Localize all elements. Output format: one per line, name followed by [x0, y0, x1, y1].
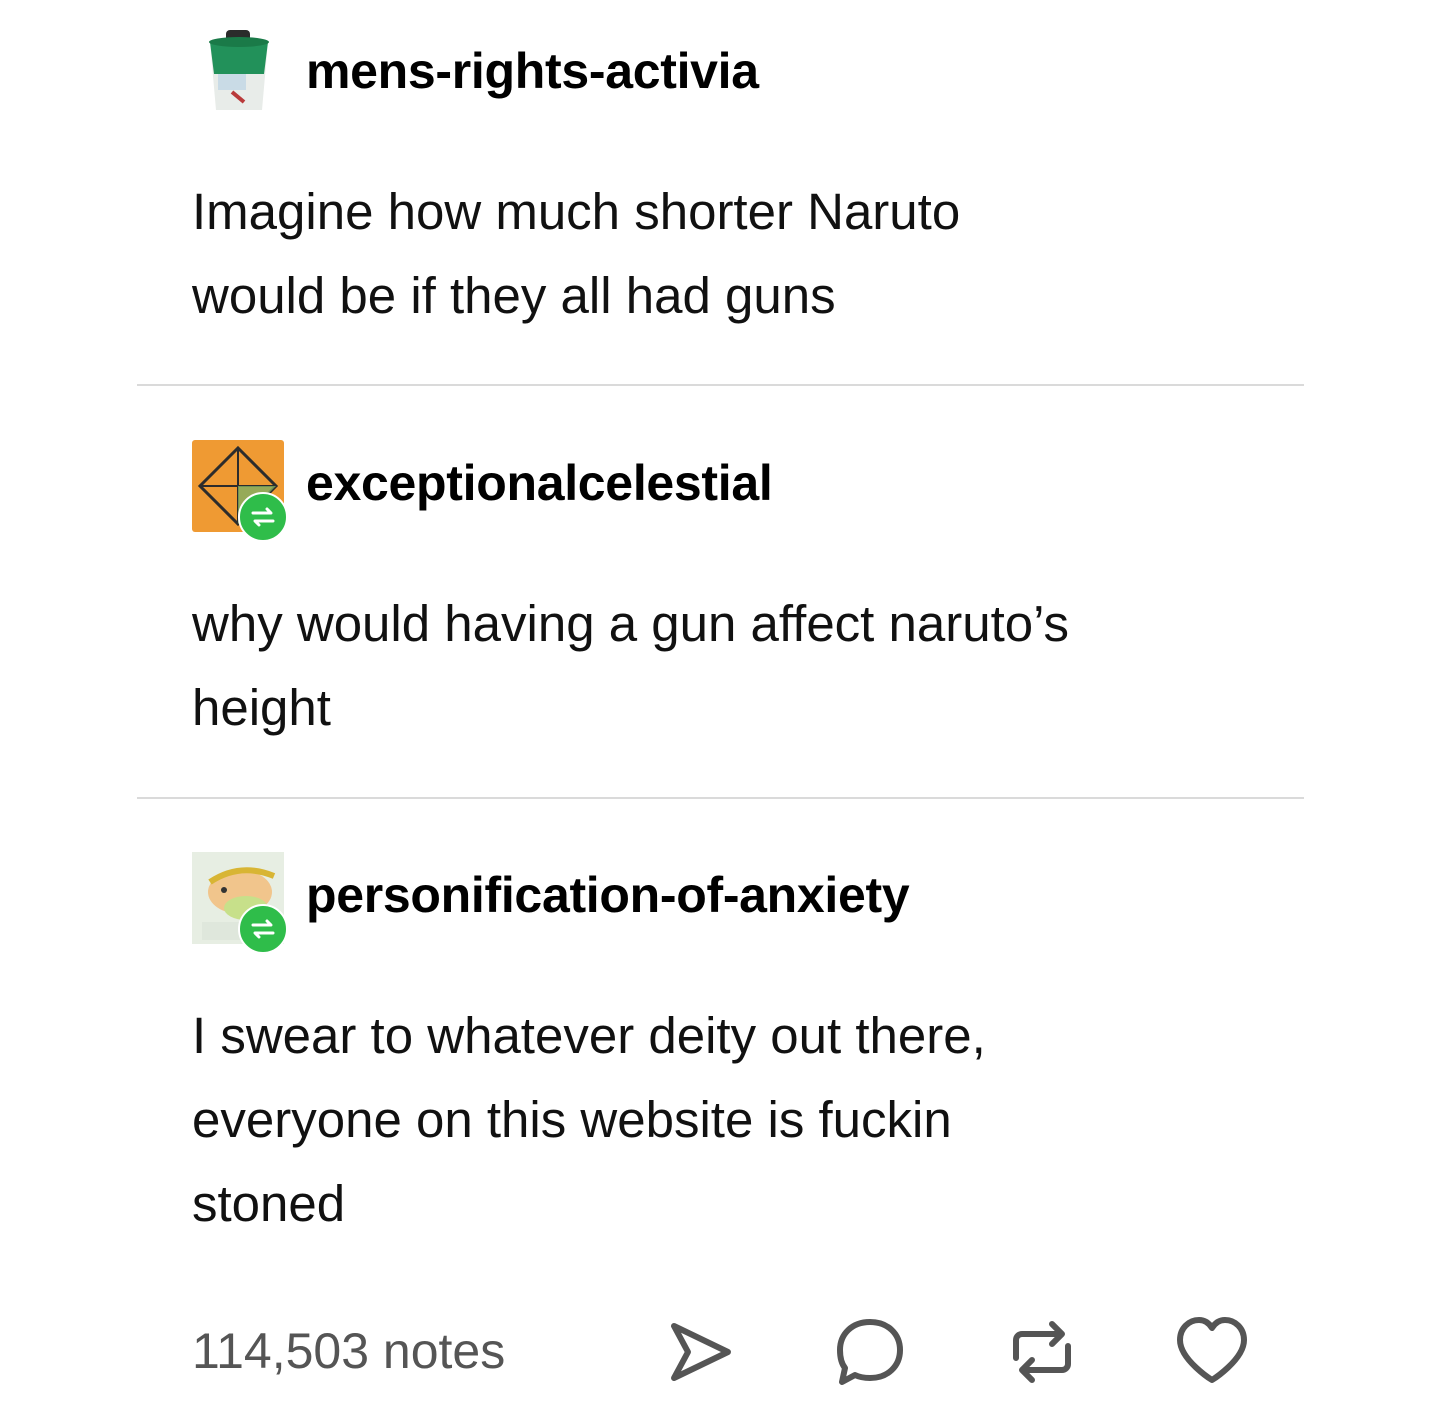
post-text-1: Imagine how much shorter Naruto would be…: [192, 170, 1302, 338]
text-line: everyone on this website is fuckin: [192, 1091, 952, 1148]
text-line: I swear to whatever deity out there,: [192, 1007, 986, 1064]
yogurt-cup-icon[interactable]: [192, 28, 284, 120]
heart-icon[interactable]: [1172, 1312, 1252, 1392]
text-line: Imagine how much shorter Naruto: [192, 183, 961, 240]
share-icon[interactable]: [662, 1312, 742, 1392]
username[interactable]: mens-rights-activia: [306, 42, 759, 100]
username[interactable]: exceptionalcelestial: [306, 454, 773, 512]
comment-icon[interactable]: [830, 1312, 910, 1392]
text-line: why would having a gun affect naruto’s: [192, 595, 1070, 652]
reblog-icon[interactable]: [1002, 1312, 1082, 1392]
post-footer: 114,503 notes: [192, 1312, 1262, 1392]
post-header-1: mens-rights-activia: [192, 28, 1292, 124]
divider: [137, 797, 1304, 799]
divider: [137, 384, 1304, 386]
post-text-2: why would having a gun affect naruto’s h…: [192, 582, 1302, 750]
tumblr-post: mens-rights-activia Imagine how much sho…: [0, 0, 1439, 1427]
post-text-3: I swear to whatever deity out there, eve…: [192, 994, 1302, 1246]
post-header-3: personification-of-anxiety: [192, 852, 1292, 954]
text-line: stoned: [192, 1175, 346, 1232]
text-line: height: [192, 679, 331, 736]
notes-count[interactable]: 114,503 notes: [192, 1322, 505, 1380]
text-line: would be if they all had guns: [192, 267, 836, 324]
username[interactable]: personification-of-anxiety: [306, 866, 910, 924]
reblog-icon: [238, 492, 288, 542]
post-header-2: exceptionalcelestial: [192, 440, 1292, 542]
reblog-icon: [238, 904, 288, 954]
